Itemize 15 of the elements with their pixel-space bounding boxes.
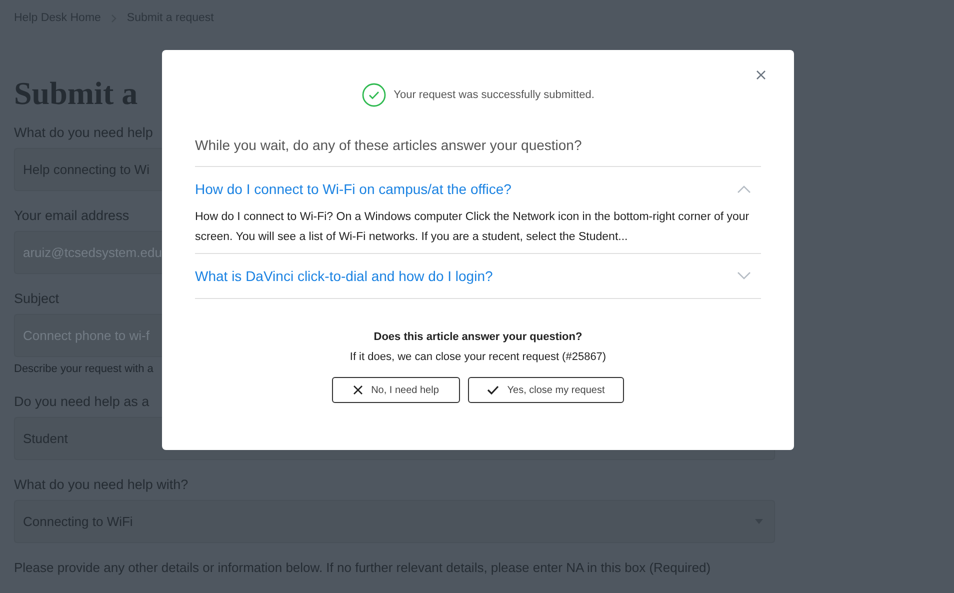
chevron-up-icon[interactable] [737,185,751,193]
success-check-icon [362,83,386,107]
check-icon [487,385,500,395]
status-message: Your request was successfully submitted. [394,89,594,101]
question-text: Does this article answer your question? [372,331,584,343]
close-button[interactable] [755,69,767,81]
article-link[interactable]: How do I connect to Wi-Fi on campus/at the office? [195,181,512,197]
decline-button[interactable]: No, I need help [332,377,460,403]
intro-text: While you wait, do any of these articles answer your question? [195,137,583,155]
article-link[interactable]: What is DaVinci click-to-dial and how do I login? [195,268,493,284]
request-note: If it does, we can close your recent request (#25867) [348,351,608,363]
chevron-down-icon[interactable] [737,272,751,280]
close-icon [353,385,364,395]
confirm-button[interactable]: Yes, close my request [468,377,624,403]
article-excerpt: How do I connect to Wi-Fi? On a Windows computer Click the Network icon in the bottom-right corner of your screen. You will see a list of Wi-Fi networks. If you are a student, select the Student... [195,210,750,245]
